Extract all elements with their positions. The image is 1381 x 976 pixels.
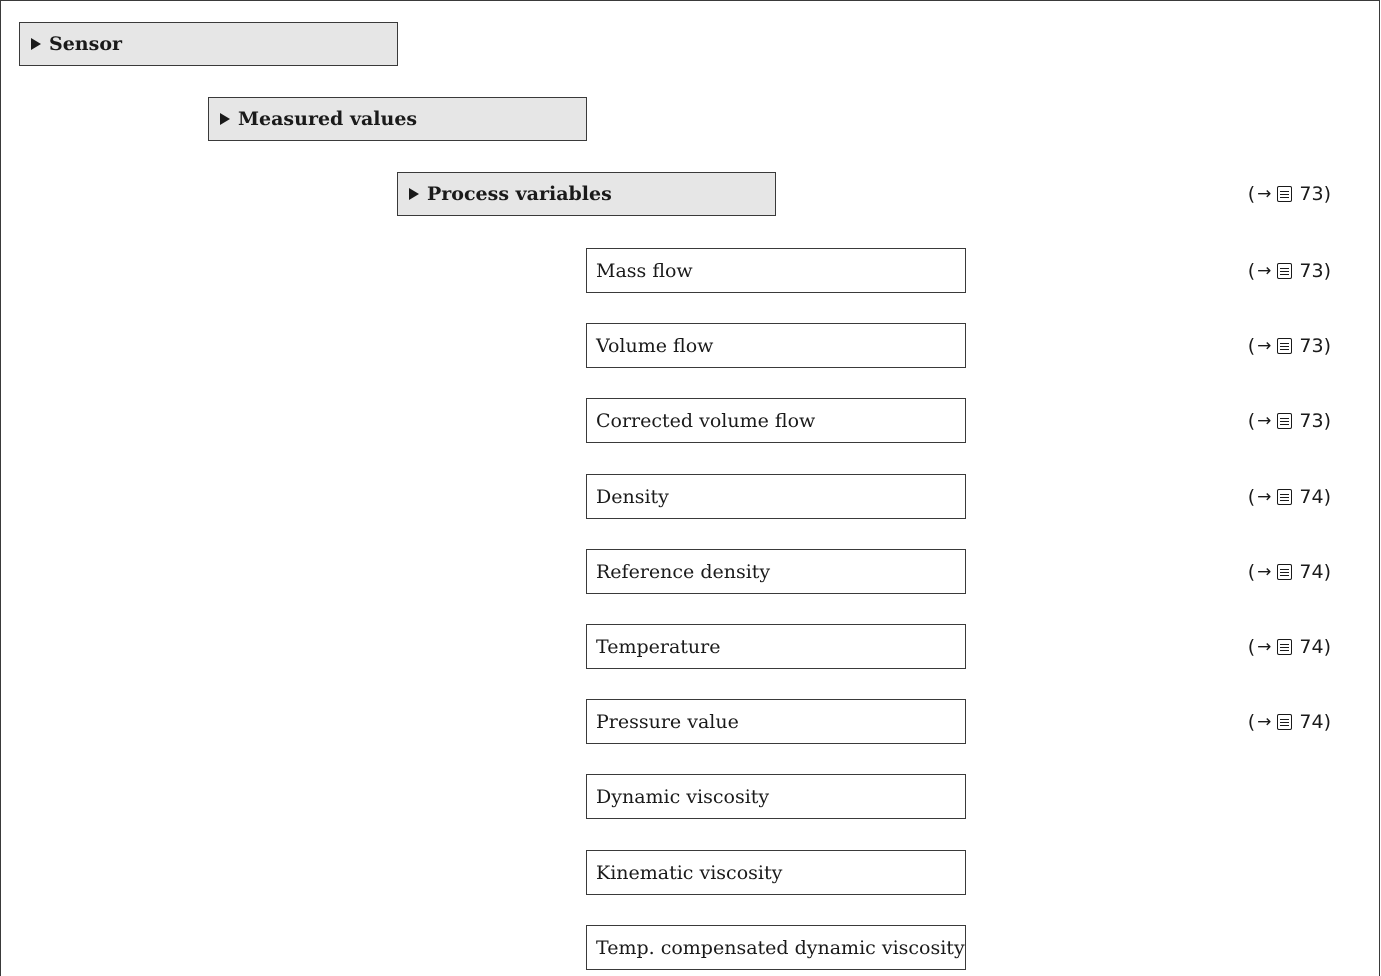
parameter-label: Reference density <box>596 560 771 583</box>
arrow-icon: → <box>1257 486 1272 507</box>
parameter-label: Density <box>596 485 669 508</box>
page-reference[interactable]: (→ 73) <box>1248 248 1331 293</box>
parameter-field[interactable]: Dynamic viscosity <box>586 774 966 819</box>
ref-close-paren: ) <box>1323 334 1331 357</box>
parameter-label: Mass flow <box>596 259 693 282</box>
ref-close-paren: ) <box>1323 710 1331 733</box>
page-number: 73 <box>1299 334 1324 357</box>
page-reference[interactable]: (→ 74) <box>1248 474 1331 519</box>
parameter-field[interactable]: Kinematic viscosity <box>586 850 966 895</box>
parameter-label: Temp. compensated dynamic viscosity <box>596 936 965 959</box>
page-number: 74 <box>1299 560 1324 583</box>
parameter-label: Volume flow <box>596 334 714 357</box>
arrow-icon: → <box>1257 711 1272 732</box>
ref-close-paren: ) <box>1323 183 1331 205</box>
ref-open-paren: ( <box>1247 183 1256 205</box>
parameter-field[interactable]: Volume flow <box>586 323 966 368</box>
parameter-field[interactable]: Reference density <box>586 549 966 594</box>
book-icon <box>1277 488 1293 505</box>
book-icon <box>1277 337 1293 354</box>
menu-sensor[interactable]: Sensor <box>19 22 398 66</box>
ref-close-paren: ) <box>1323 635 1331 658</box>
page-reference[interactable]: ( → 73 ) <box>1248 172 1331 216</box>
arrow-icon: → <box>1257 561 1272 582</box>
parameter-label: Kinematic viscosity <box>596 861 783 884</box>
page-number: 74 <box>1299 485 1324 508</box>
parameter-label: Dynamic viscosity <box>596 785 770 808</box>
ref-close-paren: ) <box>1323 560 1331 583</box>
parameter-field[interactable]: Density <box>586 474 966 519</box>
parameter-label: Corrected volume flow <box>596 409 816 432</box>
submenu-triangle-icon <box>220 113 230 125</box>
page-number: 74 <box>1299 635 1324 658</box>
parameter-field[interactable]: Mass flow <box>586 248 966 293</box>
parameter-field[interactable]: Temperature <box>586 624 966 669</box>
book-icon <box>1277 638 1293 655</box>
page-reference[interactable]: (→ 74) <box>1248 624 1331 669</box>
arrow-icon: → <box>1257 260 1272 281</box>
parameter-field[interactable]: Temp. compensated dynamic viscosity <box>586 925 966 970</box>
arrow-icon: → <box>1257 410 1272 431</box>
parameter-label: Temperature <box>596 635 721 658</box>
ref-open-paren: ( <box>1247 409 1256 432</box>
parameter-label: Pressure value <box>596 710 739 733</box>
page-reference[interactable]: (→ 74) <box>1248 549 1331 594</box>
book-icon <box>1277 412 1293 429</box>
page-reference[interactable]: (→ 73) <box>1248 398 1331 443</box>
menu-process-variables[interactable]: Process variables <box>397 172 776 216</box>
arrow-icon: → <box>1257 184 1272 204</box>
page-number: 73 <box>1299 183 1324 205</box>
ref-close-paren: ) <box>1323 485 1331 508</box>
ref-open-paren: ( <box>1247 635 1256 658</box>
menu-label: Process variables <box>427 183 612 205</box>
ref-open-paren: ( <box>1247 485 1256 508</box>
page-number: 73 <box>1299 259 1324 282</box>
menu-label: Measured values <box>238 108 418 130</box>
page-number: 74 <box>1299 710 1324 733</box>
submenu-triangle-icon <box>409 188 419 200</box>
submenu-triangle-icon <box>31 38 41 50</box>
ref-open-paren: ( <box>1247 259 1256 282</box>
book-icon <box>1277 262 1293 279</box>
ref-close-paren: ) <box>1323 259 1331 282</box>
book-icon <box>1277 713 1293 730</box>
parameter-field[interactable]: Pressure value <box>586 699 966 744</box>
arrow-icon: → <box>1257 636 1272 657</box>
page-reference[interactable]: (→ 73) <box>1248 323 1331 368</box>
ref-open-paren: ( <box>1247 710 1256 733</box>
ref-close-paren: ) <box>1323 409 1331 432</box>
ref-open-paren: ( <box>1247 334 1256 357</box>
ref-open-paren: ( <box>1247 560 1256 583</box>
book-icon <box>1277 186 1293 202</box>
page-number: 73 <box>1299 409 1324 432</box>
page-reference[interactable]: (→ 74) <box>1248 699 1331 744</box>
arrow-icon: → <box>1257 335 1272 356</box>
book-icon <box>1277 563 1293 580</box>
parameter-field[interactable]: Corrected volume flow <box>586 398 966 443</box>
menu-measured-values[interactable]: Measured values <box>208 97 587 141</box>
menu-label: Sensor <box>49 33 123 55</box>
